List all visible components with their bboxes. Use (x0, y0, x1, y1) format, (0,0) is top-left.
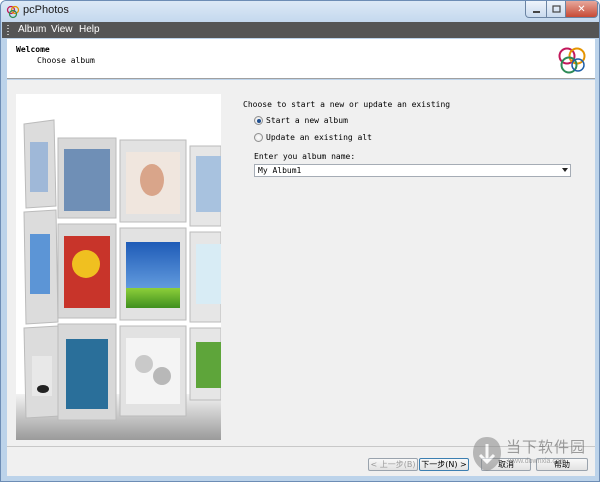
title-bar: pcPhotos ✕ (1, 1, 599, 22)
page-title: Welcome (16, 45, 50, 54)
menu-view[interactable]: View (51, 24, 73, 35)
update-album-label: Update an existing alt (266, 133, 372, 142)
menu-album[interactable]: Album (18, 24, 46, 35)
option-new-album[interactable]: Start a new album (254, 116, 348, 125)
photo-wall-illustration (16, 119, 221, 440)
close-icon: ✕ (577, 3, 586, 15)
new-album-radio[interactable] (254, 116, 263, 125)
maximize-button[interactable] (546, 1, 566, 18)
album-name-combobox[interactable]: My Album1 (254, 164, 571, 177)
minimize-icon (532, 10, 540, 13)
back-button[interactable]: < 上一步(B) (368, 458, 418, 471)
cancel-button[interactable]: 取消 (481, 458, 531, 471)
app-window: pcPhotos ✕ Album View Help Welcome Choos… (0, 0, 600, 482)
photo-wall-image (16, 94, 221, 440)
wizard-footer: < 上一步(B) 下一步(N) > 取消 帮助 (7, 446, 595, 476)
help-button[interactable]: 帮助 (536, 458, 588, 471)
chevron-down-icon[interactable] (562, 168, 568, 172)
wizard-header: Welcome Choose album (7, 39, 595, 79)
menu-grip-icon (7, 25, 9, 35)
app-logo-icon (6, 5, 20, 19)
new-album-label: Start a new album (266, 116, 348, 125)
circles-logo-icon (558, 47, 586, 74)
album-choice-prompt: Choose to start a new or update an exist… (243, 100, 451, 109)
close-button[interactable]: ✕ (565, 1, 598, 18)
album-name-label: Enter you album name: (254, 152, 356, 161)
maximize-icon (551, 4, 561, 13)
minimize-button[interactable] (525, 1, 547, 18)
option-update-album[interactable]: Update an existing alt (254, 133, 372, 142)
menu-bar: Album View Help (2, 22, 599, 38)
wizard-body: Choose to start a new or update an exist… (7, 80, 595, 446)
page-subtitle: Choose album (37, 56, 95, 65)
album-name-value: My Album1 (258, 166, 302, 175)
next-button[interactable]: 下一步(N) > (419, 458, 469, 471)
update-album-radio[interactable] (254, 133, 263, 142)
menu-help[interactable]: Help (79, 24, 100, 35)
window-title: pcPhotos (23, 4, 69, 16)
